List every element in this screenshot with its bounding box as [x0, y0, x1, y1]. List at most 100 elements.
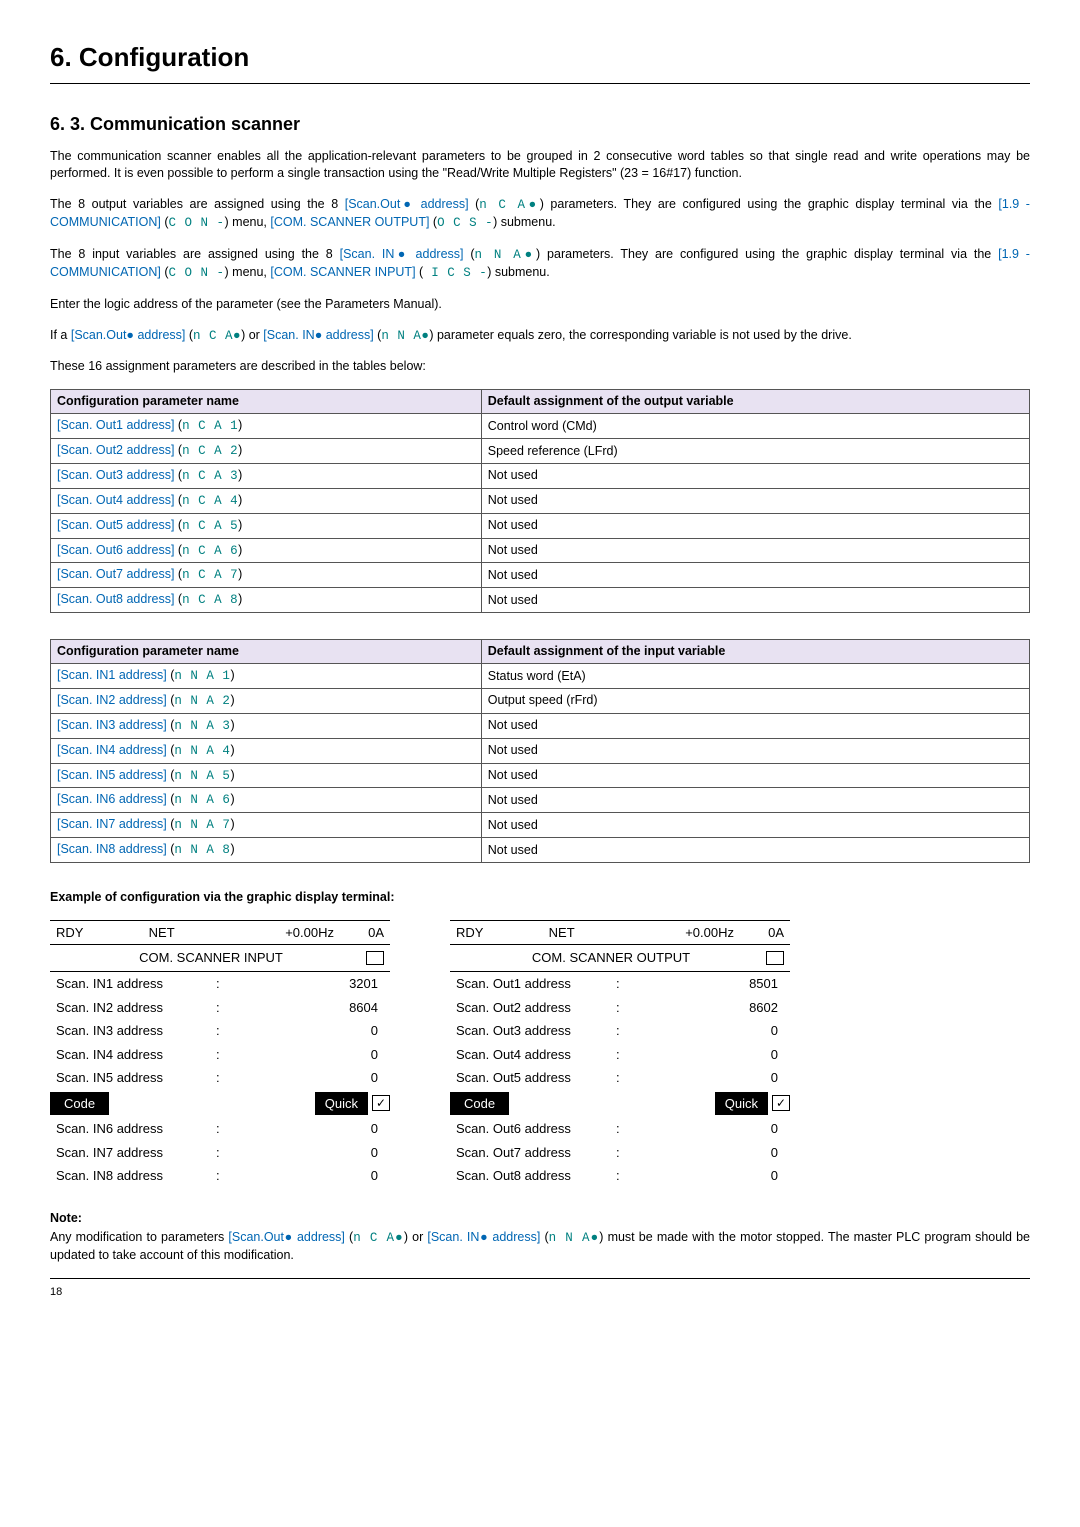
row-label: Scan. IN2 address — [56, 999, 216, 1017]
code-button[interactable]: Code — [450, 1092, 509, 1116]
param-name: [Scan. Out8 address] (n C A 8) — [51, 588, 482, 613]
link: [Scan. Out1 address] — [57, 418, 174, 432]
table-row: [Scan. Out7 address] (n C A 7)Not used — [51, 563, 1030, 588]
separator: : — [616, 999, 636, 1017]
row-value: 0 — [636, 1144, 784, 1162]
terminal-row: Scan. IN6 address:0 — [50, 1117, 390, 1141]
terminal-input: RDY NET +0.00Hz 0A COM. SCANNER INPUT Sc… — [50, 920, 390, 1188]
separator: : — [616, 1120, 636, 1138]
table-header-row: Configuration parameter name Default ass… — [51, 640, 1030, 664]
separator: : — [216, 1046, 236, 1064]
code: n N A 6 — [174, 793, 230, 807]
param-default: Not used — [481, 538, 1029, 563]
table-row: [Scan. IN3 address] (n N A 3)Not used — [51, 713, 1030, 738]
param-default: Not used — [481, 738, 1029, 763]
code-button[interactable]: Code — [50, 1092, 109, 1116]
row-value: 0 — [236, 1120, 384, 1138]
code: n C A 1 — [182, 419, 238, 433]
param-default: Not used — [481, 563, 1029, 588]
text: ) or — [404, 1230, 428, 1244]
table-header-row: Configuration parameter name Default ass… — [51, 390, 1030, 414]
terminal-row: Scan. IN1 address:3201 — [50, 972, 390, 996]
param-default: Speed reference (LFrd) — [481, 439, 1029, 464]
row-value: 8602 — [636, 999, 784, 1017]
terminal-title-row: COM. SCANNER INPUT — [50, 945, 390, 972]
param-default: Not used — [481, 488, 1029, 513]
code: n N A 3 — [174, 719, 230, 733]
terminal-footer: Code Quick ✓ — [50, 1092, 390, 1116]
divider — [50, 1278, 1030, 1279]
intro-p4: Enter the logic address of the parameter… — [50, 296, 1030, 313]
col-header: Configuration parameter name — [51, 640, 482, 664]
terminal-examples: RDY NET +0.00Hz 0A COM. SCANNER INPUT Sc… — [50, 920, 1030, 1188]
terminal-row: Scan. IN5 address:0 — [50, 1066, 390, 1090]
code: n N A 2 — [174, 694, 230, 708]
link: [Scan. Out5 address] — [57, 518, 174, 532]
terminal-status-bar: RDY NET +0.00Hz 0A — [450, 920, 790, 946]
code: n C A 3 — [182, 469, 238, 483]
param-name: [Scan. Out5 address] (n C A 5) — [51, 513, 482, 538]
text: ) parameter equals zero, the correspondi… — [429, 328, 851, 342]
row-label: Scan. IN1 address — [56, 975, 216, 993]
code: n C A 6 — [182, 544, 238, 558]
code: C O N - — [169, 266, 225, 280]
table-row: [Scan. Out3 address] (n C A 3)Not used — [51, 463, 1030, 488]
table-row: [Scan. IN7 address] (n N A 7)Not used — [51, 813, 1030, 838]
checkbox-icon[interactable]: ✓ — [372, 1095, 390, 1111]
table-row: [Scan. Out5 address] (n C A 5)Not used — [51, 513, 1030, 538]
row-label: Scan. Out4 address — [456, 1046, 616, 1064]
param-default: Not used — [481, 838, 1029, 863]
link-input: [COM. SCANNER INPUT] — [270, 265, 415, 279]
table-row: [Scan. IN4 address] (n N A 4)Not used — [51, 738, 1030, 763]
code: n N A 8 — [174, 843, 230, 857]
table-row: [Scan. IN5 address] (n N A 5)Not used — [51, 763, 1030, 788]
table-row: [Scan. Out8 address] (n C A 8)Not used — [51, 588, 1030, 613]
quick-button[interactable]: Quick — [315, 1092, 368, 1116]
code: n C A 8 — [182, 593, 238, 607]
param-name: [Scan. IN6 address] (n N A 6) — [51, 788, 482, 813]
checkbox-icon[interactable]: ✓ — [772, 1095, 790, 1111]
status-hz: +0.00Hz — [241, 924, 354, 942]
table-row: [Scan. Out4 address] (n C A 4)Not used — [51, 488, 1030, 513]
separator: : — [616, 1022, 636, 1040]
separator: : — [216, 1167, 236, 1185]
code: n N A 4 — [174, 744, 230, 758]
code: n C A 7 — [182, 568, 238, 582]
row-value: 0 — [636, 1120, 784, 1138]
separator: : — [216, 1022, 236, 1040]
terminal-row: Scan. IN2 address:8604 — [50, 996, 390, 1020]
terminal-output: RDY NET +0.00Hz 0A COM. SCANNER OUTPUT S… — [450, 920, 790, 1188]
row-value: 0 — [236, 1022, 384, 1040]
row-label: Scan. IN4 address — [56, 1046, 216, 1064]
param-name: [Scan. Out2 address] (n C A 2) — [51, 439, 482, 464]
link-scan-out: [Scan.Out● address] — [345, 197, 469, 211]
separator: : — [616, 1167, 636, 1185]
param-name: [Scan. Out3 address] (n C A 3) — [51, 463, 482, 488]
terminal-row: Scan. Out6 address:0 — [450, 1117, 790, 1141]
row-value: 0 — [236, 1046, 384, 1064]
code: n C A 5 — [182, 519, 238, 533]
separator: : — [616, 975, 636, 993]
box-icon — [366, 951, 384, 965]
status-rdy: RDY — [456, 924, 549, 942]
status-net: NET — [149, 924, 242, 942]
terminal-row: Scan. Out5 address:0 — [450, 1066, 790, 1090]
row-value: 0 — [236, 1144, 384, 1162]
row-label: Scan. IN6 address — [56, 1120, 216, 1138]
terminal-row: Scan. Out8 address:0 — [450, 1164, 790, 1188]
code: n C A● — [479, 198, 539, 212]
link: [Scan. IN6 address] — [57, 792, 167, 806]
param-default: Output speed (rFrd) — [481, 688, 1029, 713]
code: n C A● — [353, 1231, 404, 1245]
param-default: Not used — [481, 513, 1029, 538]
intro-p6: These 16 assignment parameters are descr… — [50, 358, 1030, 375]
param-name: [Scan. IN3 address] (n N A 3) — [51, 713, 482, 738]
row-label: Scan. IN3 address — [56, 1022, 216, 1040]
quick-button[interactable]: Quick — [715, 1092, 768, 1116]
code: n N A 1 — [174, 669, 230, 683]
link: [Scan. IN1 address] — [57, 668, 167, 682]
col-header: Configuration parameter name — [51, 390, 482, 414]
text: The 8 output variables are assigned usin… — [50, 197, 345, 211]
terminal-title-row: COM. SCANNER OUTPUT — [450, 945, 790, 972]
text: Any modification to parameters — [50, 1230, 228, 1244]
